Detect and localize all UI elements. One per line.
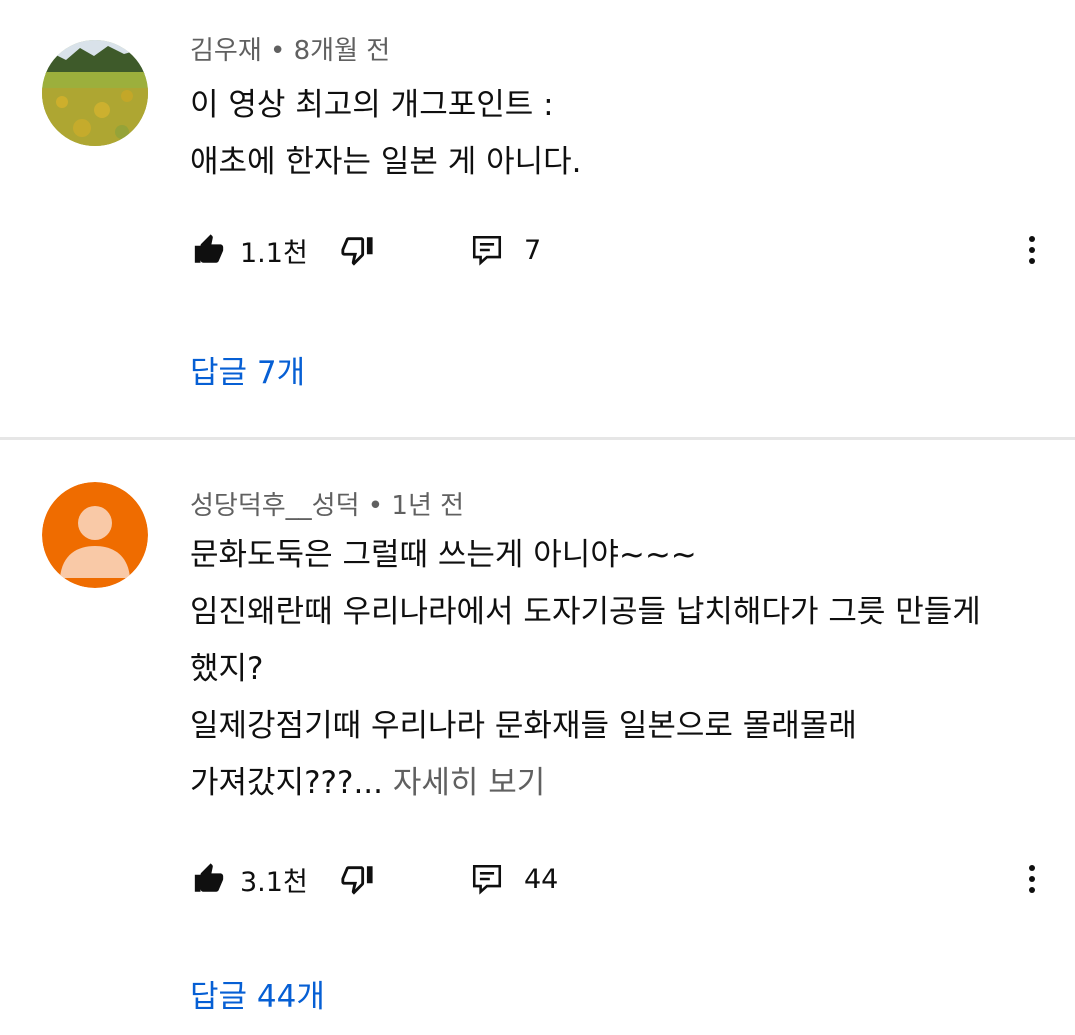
comment-time: 1년 전 (391, 491, 465, 521)
comment-line: 했지? (190, 651, 264, 687)
comment-text: 이 영상 최고의 개그포인트 : 애초에 한자는 일본 게 아니다. (190, 77, 1030, 191)
landscape-photo-avatar-icon (42, 40, 148, 146)
comment-actions: 1.1천 7 (192, 230, 1052, 270)
dislike-button[interactable] (340, 230, 374, 270)
comment-item: 김우재 • 8개월 전 이 영상 최고의 개그포인트 : 애초에 한자는 일본 … (0, 0, 1075, 438)
comment-meta: 성당덕후__성덕 • 1년 전 (190, 485, 464, 522)
comment-item: 성당덕후__성덕 • 1년 전 문화도둑은 그럴때 쓰는게 아니야~~~ 임진왜… (0, 441, 1075, 1035)
divider (0, 437, 1075, 440)
more-options-button[interactable] (1022, 859, 1042, 899)
avatar[interactable] (42, 482, 148, 588)
like-count: 1.1천 (240, 237, 308, 269)
default-person-avatar-icon (42, 482, 148, 588)
comment-line: 임진왜란때 우리나라에서 도자기공들 납치해다가 그릇 만들게 (190, 594, 981, 630)
comment-line: 이 영상 최고의 개그포인트 : (190, 87, 554, 123)
thumb-down-outline-icon (341, 237, 373, 266)
view-replies-link[interactable]: 답글 44개 (190, 971, 325, 1016)
meta-separator: • (270, 36, 286, 66)
comment-line: 일제강점기때 우리나라 문화재들 일본으로 몰래몰래 (190, 708, 857, 744)
dislike-button[interactable] (340, 859, 374, 899)
reply-comment-icon (472, 864, 502, 895)
comment-time: 8개월 전 (293, 36, 391, 66)
comment-line: 애초에 한자는 일본 게 아니다. (190, 144, 582, 180)
author-name[interactable]: 성당덕후__성덕 (190, 491, 360, 521)
reply-count: 7 (524, 234, 542, 266)
author-name[interactable]: 김우재 (190, 36, 262, 66)
like-button[interactable]: 3.1천 (192, 859, 308, 899)
comment-text: 문화도둑은 그럴때 쓰는게 아니야~~~ 임진왜란때 우리나라에서 도자기공들 … (190, 527, 1030, 812)
meta-separator: • (367, 491, 384, 521)
comment-meta: 김우재 • 8개월 전 (190, 30, 390, 67)
thumb-up-filled-icon (194, 863, 224, 892)
reply-button[interactable]: 44 (470, 859, 558, 899)
like-count: 3.1천 (240, 866, 308, 898)
view-replies-link[interactable]: 답글 7개 (190, 347, 305, 392)
comment-actions: 3.1천 44 (192, 859, 1052, 899)
thumb-up-filled-icon (194, 234, 224, 263)
reply-count: 44 (524, 863, 559, 895)
avatar[interactable] (42, 40, 148, 146)
reply-comment-icon (472, 235, 502, 266)
more-vert-icon (1029, 236, 1035, 264)
thumb-down-outline-icon (341, 866, 373, 895)
comment-line: 문화도둑은 그럴때 쓰는게 아니야~~~ (190, 537, 697, 573)
like-button[interactable]: 1.1천 (192, 230, 308, 270)
more-options-button[interactable] (1022, 230, 1042, 270)
more-vert-icon (1029, 865, 1035, 893)
read-more-link[interactable]: 자세히 보기 (393, 765, 545, 801)
reply-button[interactable]: 7 (470, 230, 541, 270)
comment-line: 가져갔지???... (190, 765, 384, 801)
